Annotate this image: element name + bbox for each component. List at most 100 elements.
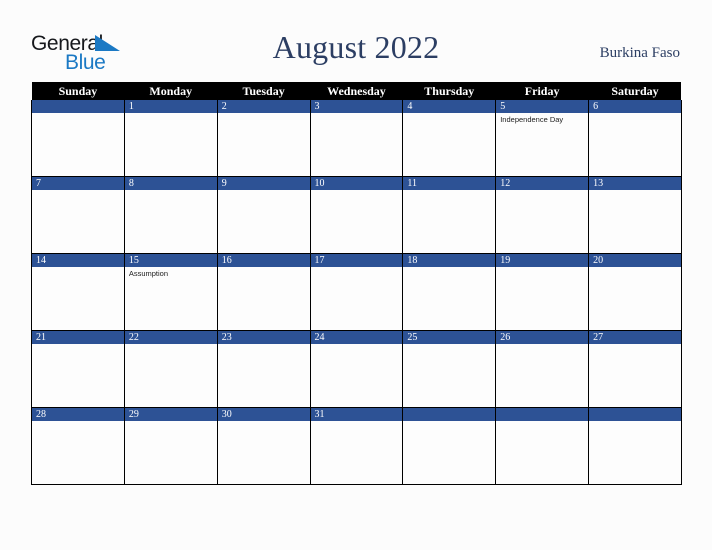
day-cell[interactable]: 4 [402,100,497,177]
day-events [589,421,681,423]
day-events [32,344,124,346]
calendar-week-row: 28 29 30 31 [31,407,682,485]
day-cell[interactable]: 27 [588,330,682,408]
day-cell[interactable]: 25 [402,330,497,408]
date-number: 31 [310,408,403,421]
day-events [218,344,310,346]
day-cell[interactable]: 9 [216,176,311,254]
date-number: 25 [403,331,496,344]
date-number: 17 [310,254,403,267]
calendar-week-row: 21 22 23 24 25 26 27 [31,330,682,408]
calendar-week-row: 7 8 9 10 11 12 13 [31,176,682,254]
day-events [496,190,588,192]
date-number: 9 [217,177,310,190]
day-cell[interactable] [31,100,125,177]
date-number: 8 [124,177,217,190]
day-cell[interactable]: 2 [216,100,311,177]
day-events [311,267,403,269]
day-cell[interactable] [495,407,590,485]
day-cell[interactable]: 8 [123,176,218,254]
day-cell[interactable]: 31 [309,407,404,485]
weekday-header-saturday: Saturday [588,82,682,100]
day-cell[interactable]: 30 [216,407,311,485]
day-cell[interactable]: 13 [588,176,682,254]
day-events [311,113,403,115]
weekday-header-friday: Friday [495,82,589,100]
weekday-header-tuesday: Tuesday [217,82,311,100]
day-events [218,113,310,115]
page-header: General Blue August 2022 Burkina Faso [0,0,712,82]
day-events [589,344,681,346]
date-number: 14 [32,254,124,267]
date-number: 6 [589,100,681,113]
date-number: 28 [32,408,124,421]
day-cell[interactable]: 26 [495,330,590,408]
calendar-weekday-header-row: Sunday Monday Tuesday Wednesday Thursday… [31,82,682,100]
day-events [32,190,124,192]
day-cell[interactable]: 24 [309,330,404,408]
day-cell[interactable]: 1 [123,100,218,177]
day-events [218,190,310,192]
day-cell[interactable]: 29 [123,407,218,485]
calendar-grid: Sunday Monday Tuesday Wednesday Thursday… [31,82,682,485]
day-cell[interactable]: 16 [216,253,311,331]
date-number: 18 [403,254,496,267]
day-events [125,113,217,115]
calendar-week-row: 14 15 Assumption 16 17 18 19 20 [31,253,682,331]
day-events [32,421,124,423]
day-events [125,421,217,423]
day-cell[interactable]: 3 [309,100,404,177]
day-cell[interactable]: 22 [123,330,218,408]
date-number: 30 [217,408,310,421]
day-cell[interactable]: 12 [495,176,590,254]
day-cell[interactable]: 28 [31,407,125,485]
day-events [403,190,495,192]
day-cell[interactable]: 5 Independence Day [495,100,590,177]
day-events [403,421,495,423]
day-cell[interactable]: 10 [309,176,404,254]
date-number: 16 [217,254,310,267]
event-label: Independence Day [500,115,564,124]
date-number: 24 [310,331,403,344]
day-events: Assumption [125,267,217,279]
date-number: 19 [496,254,589,267]
day-cell[interactable]: 19 [495,253,590,331]
day-events [403,267,495,269]
event-label: Assumption [128,269,169,278]
day-events [496,421,588,423]
date-number [32,100,124,113]
day-events [32,113,124,115]
day-cell[interactable]: 18 [402,253,497,331]
day-events [496,344,588,346]
date-number: 26 [496,331,589,344]
day-cell[interactable]: 21 [31,330,125,408]
day-cell[interactable]: 6 [588,100,682,177]
weekday-header-wednesday: Wednesday [310,82,403,100]
day-cell[interactable]: 20 [588,253,682,331]
day-cell[interactable]: 23 [216,330,311,408]
day-events: Independence Day [496,113,588,125]
day-cell[interactable] [588,407,682,485]
day-events [32,267,124,269]
day-cell[interactable] [402,407,497,485]
date-number: 22 [124,331,217,344]
day-events [125,190,217,192]
weekday-header-sunday: Sunday [31,82,125,100]
day-cell[interactable]: 7 [31,176,125,254]
country-label: Burkina Faso [599,45,680,61]
day-events [218,267,310,269]
day-cell[interactable]: 11 [402,176,497,254]
day-events [496,267,588,269]
date-number: 27 [589,331,681,344]
date-number: 29 [124,408,217,421]
date-number: 2 [217,100,310,113]
day-events [403,344,495,346]
date-number: 3 [310,100,403,113]
day-cell[interactable]: 15 Assumption [123,253,218,331]
date-number: 4 [403,100,496,113]
day-events [311,190,403,192]
day-cell[interactable]: 17 [309,253,404,331]
date-number: 13 [589,177,681,190]
day-cell[interactable]: 14 [31,253,125,331]
date-number: 23 [217,331,310,344]
